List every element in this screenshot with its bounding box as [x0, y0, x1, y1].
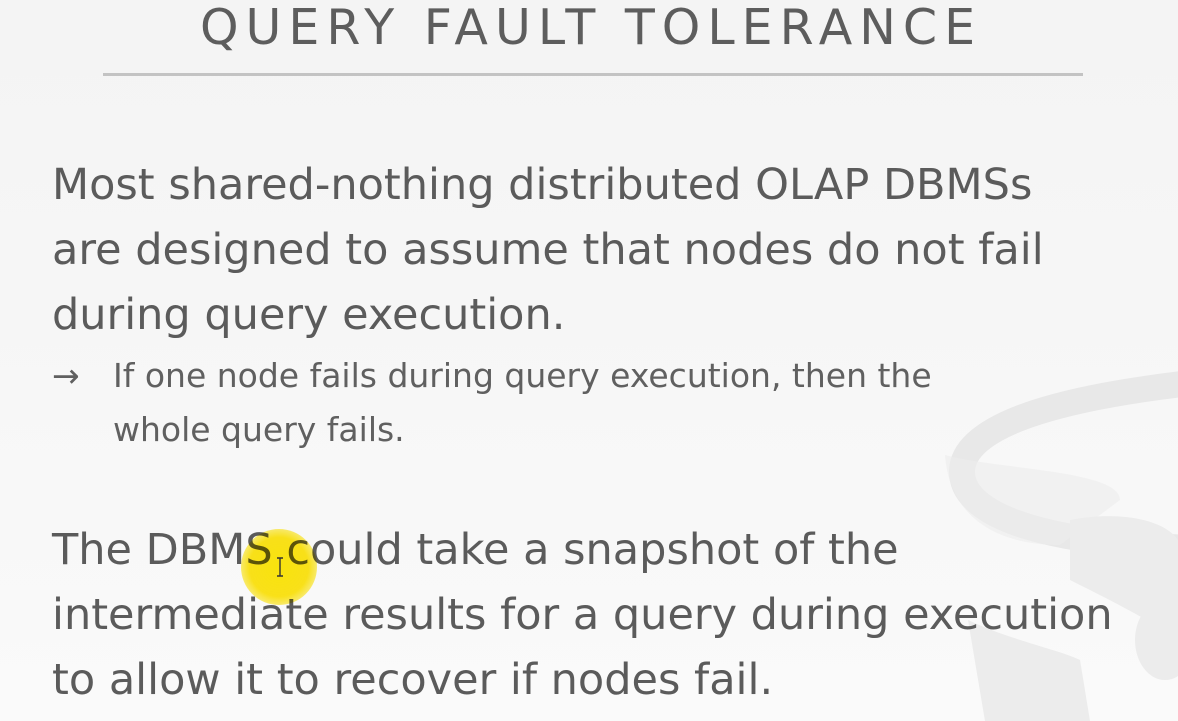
paragraph-assumption: Most shared-nothing distributed OLAP DBM… — [52, 153, 1044, 348]
paragraph-line: intermediate results for a query during … — [52, 590, 1113, 640]
paragraph-snapshot: The DBMS could take a snapshot of the in… — [52, 518, 1113, 713]
paragraph-line: during query execution. — [52, 290, 566, 340]
paragraph-line: to allow it to recover if nodes fail. — [52, 655, 774, 705]
sub-bullet-text: If one node fails during query execution… — [113, 349, 932, 457]
title-divider — [103, 73, 1083, 76]
slide: QUERY FAULT TOLERANCE Most shared-nothin… — [0, 0, 1178, 721]
arrow-icon: → — [52, 356, 80, 395]
slide-title: QUERY FAULT TOLERANCE — [199, 0, 983, 56]
paragraph-line: The DBMS could take a snapshot of the — [52, 525, 899, 575]
paragraph-line: are designed to assume that nodes do not… — [52, 225, 1044, 275]
sub-bullet-line: whole query fails. — [113, 410, 405, 449]
sub-bullet-line: If one node fails during query execution… — [113, 356, 932, 395]
paragraph-line: Most shared-nothing distributed OLAP DBM… — [52, 160, 1033, 210]
text-cursor-icon — [277, 557, 283, 577]
